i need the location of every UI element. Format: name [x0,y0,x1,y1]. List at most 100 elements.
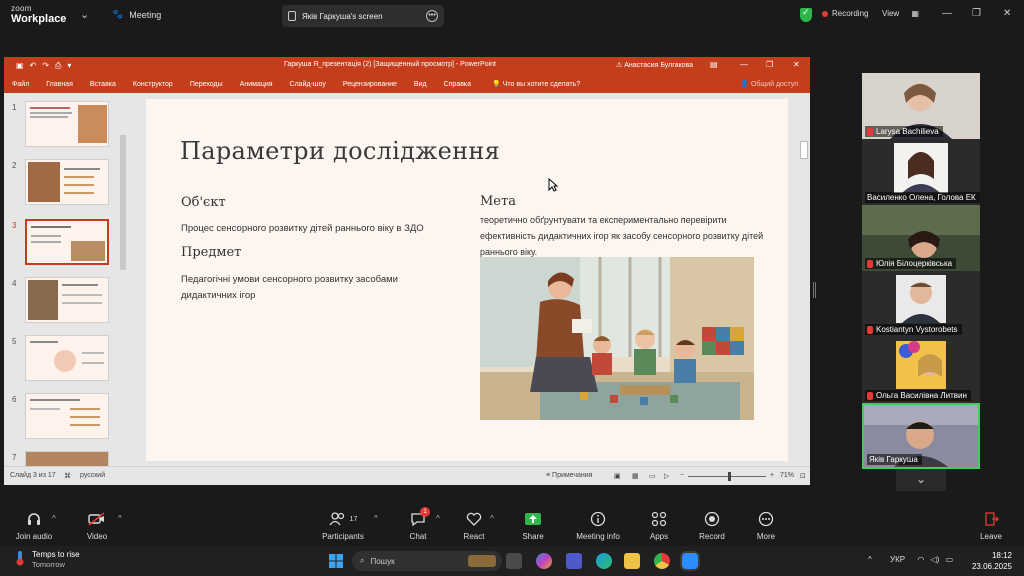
file-explorer-icon[interactable] [624,553,640,569]
video-options-caret[interactable]: ^ [118,514,122,523]
taskbar-search-input[interactable]: ⌕ Пошук [352,551,502,571]
notes-button[interactable]: ≡ Примечания [546,472,592,479]
shared-screen-pill[interactable]: Яків Гаркуша's screen ••• [282,5,444,27]
video-button[interactable]: Video [80,510,114,541]
share-screen-button[interactable]: Share [518,510,548,541]
heart-react-icon [460,510,488,528]
tab-slideshow[interactable]: Слайд-шоу [290,81,326,88]
ribbon-display-icon[interactable]: ▤ [710,60,718,69]
chat-button[interactable]: 1 Chat [404,507,432,541]
recording-indicator[interactable]: Recording [822,9,868,18]
document-title: Гаркуша Я_презентація (2) [Защищенный пр… [284,61,496,68]
tray-chevron-up-icon[interactable]: ^ [868,555,872,564]
sorter-view-icon[interactable]: ▦ [632,472,639,480]
ppt-restore-icon[interactable]: ❐ [766,60,773,69]
tab-view[interactable]: Вид [414,81,427,88]
slide-canvas: Параметри дослідження Об'єкт Процес сенс… [130,93,810,466]
audio-options-caret[interactable]: ^ [52,514,56,523]
participant-tile-4[interactable]: Kostiantyn Vystorobets [862,271,980,337]
wifi-icon[interactable]: ◠ [917,555,924,564]
participant-tile-3[interactable]: Юлія Білоцерківська [862,205,980,271]
slide-vertical-scrollbar[interactable] [800,141,808,159]
apps-button[interactable]: Apps [646,510,672,541]
edge-browser-icon[interactable] [596,553,612,569]
slide-thumbnail-5[interactable] [25,335,109,381]
leave-button[interactable]: Leave [978,510,1004,541]
participant-tile-5[interactable]: Ольга Василівна Литвин [862,337,980,403]
more-button[interactable]: More [752,510,780,541]
weather-widget[interactable]: Temps to rise Tomorrow [14,550,80,570]
chevron-down-icon[interactable]: ⌄ [896,469,946,491]
person-icon: 👤 [740,81,751,88]
quick-access-icons[interactable]: ▣↶↷⎙▾ [16,61,77,71]
tab-insert[interactable]: Вставка [90,81,116,88]
tab-home[interactable]: Главная [46,81,73,88]
battery-icon[interactable]: ▭ [946,555,954,564]
tab-file[interactable]: Файл [12,81,29,88]
search-highlight-icon [468,555,496,567]
chat-icon: 1 [404,507,432,528]
copilot-icon[interactable] [536,553,552,569]
user-name[interactable]: ⚠ Анастасия Булгакова [616,61,693,69]
tab-design[interactable]: Конструктор [133,81,173,88]
tab-review[interactable]: Рецензирование [343,81,397,88]
panel-resize-handle[interactable] [813,282,816,298]
tell-me-box[interactable]: 💡 Что вы хотите сделать? [492,80,580,88]
slide-thumbnail-2[interactable] [25,159,109,205]
grid-icon: ▦ [911,9,919,18]
slide-thumbnail-7[interactable] [25,451,109,467]
zoom-out-icon[interactable]: − [680,472,684,479]
zoom-slider[interactable] [688,476,766,477]
react-options-caret[interactable]: ^ [490,514,494,523]
participant-tile-2[interactable]: Василенко Олена, Голова ЕК [862,139,980,205]
fit-slide-icon[interactable]: ⊡ [800,472,806,480]
tab-animations[interactable]: Анимация [240,81,273,88]
muted-mic-icon [867,127,873,136]
task-view-icon[interactable] [506,553,522,569]
taskbar-clock[interactable]: 18:12 23.06.2025 [968,550,1012,572]
chrome-browser-icon[interactable] [654,553,670,569]
participant-tile-1[interactable]: Larysa Bachilieva [862,73,980,139]
zoom-slider-knob[interactable] [728,472,731,481]
slide-thumbnail-3[interactable] [25,219,109,265]
participants-button[interactable]: 17 Participants [318,510,368,541]
meeting-button[interactable]: 🐾 Meeting [112,9,161,20]
record-button[interactable]: Record [696,510,728,541]
volume-icon[interactable]: ◁) [931,555,940,564]
participants-options-caret[interactable]: ^ [374,514,378,523]
zoom-level[interactable]: 71% [780,472,794,479]
react-button[interactable]: React [460,510,488,541]
thumbnails-scrollbar[interactable] [120,135,126,270]
chat-options-caret[interactable]: ^ [436,514,440,523]
teams-icon[interactable] [566,553,582,569]
ppt-status-bar: Слайд 3 из 17 ⌘ русский ≡ Примечания ▣ ▦… [4,466,810,485]
slideshow-view-icon[interactable]: ▷ [664,472,669,480]
security-shield-icon[interactable] [800,7,812,22]
join-audio-button[interactable]: Join audio [14,510,54,541]
slide-thumbnail-6[interactable] [25,393,109,439]
language-indicator[interactable]: русский [80,472,105,479]
tab-help[interactable]: Справка [444,81,471,88]
participant-tile-6-active-speaker[interactable]: Яків Гаркуша [862,403,980,469]
teacher-children-image [480,257,754,420]
chevron-down-icon[interactable]: ⌄ [80,8,89,21]
meeting-info-button[interactable]: Meeting info [574,510,622,541]
share-button[interactable]: 👤 Общий доступ [740,80,798,88]
slide-thumbnail-4[interactable] [25,277,109,323]
reading-view-icon[interactable]: ▭ [649,472,656,480]
ppt-minimize-icon[interactable]: — [740,60,748,69]
restore-icon[interactable]: ❐ [972,8,981,19]
minimize-icon[interactable]: — [942,8,952,19]
slide-thumbnail-1[interactable] [25,101,109,147]
input-language[interactable]: УКР [890,555,905,564]
more-options-icon[interactable]: ••• [426,10,438,22]
close-icon[interactable]: ✕ [1003,8,1011,19]
tab-transitions[interactable]: Переходы [190,81,223,88]
zoom-app-icon[interactable] [682,553,698,569]
zoom-in-icon[interactable]: + [770,472,774,479]
proofing-icon[interactable]: ⌘ [64,472,71,480]
windows-start-icon[interactable] [328,553,344,569]
normal-view-icon[interactable]: ▣ [614,472,621,480]
ppt-close-icon[interactable]: ✕ [793,60,800,69]
view-button[interactable]: View ▦ [882,9,919,18]
